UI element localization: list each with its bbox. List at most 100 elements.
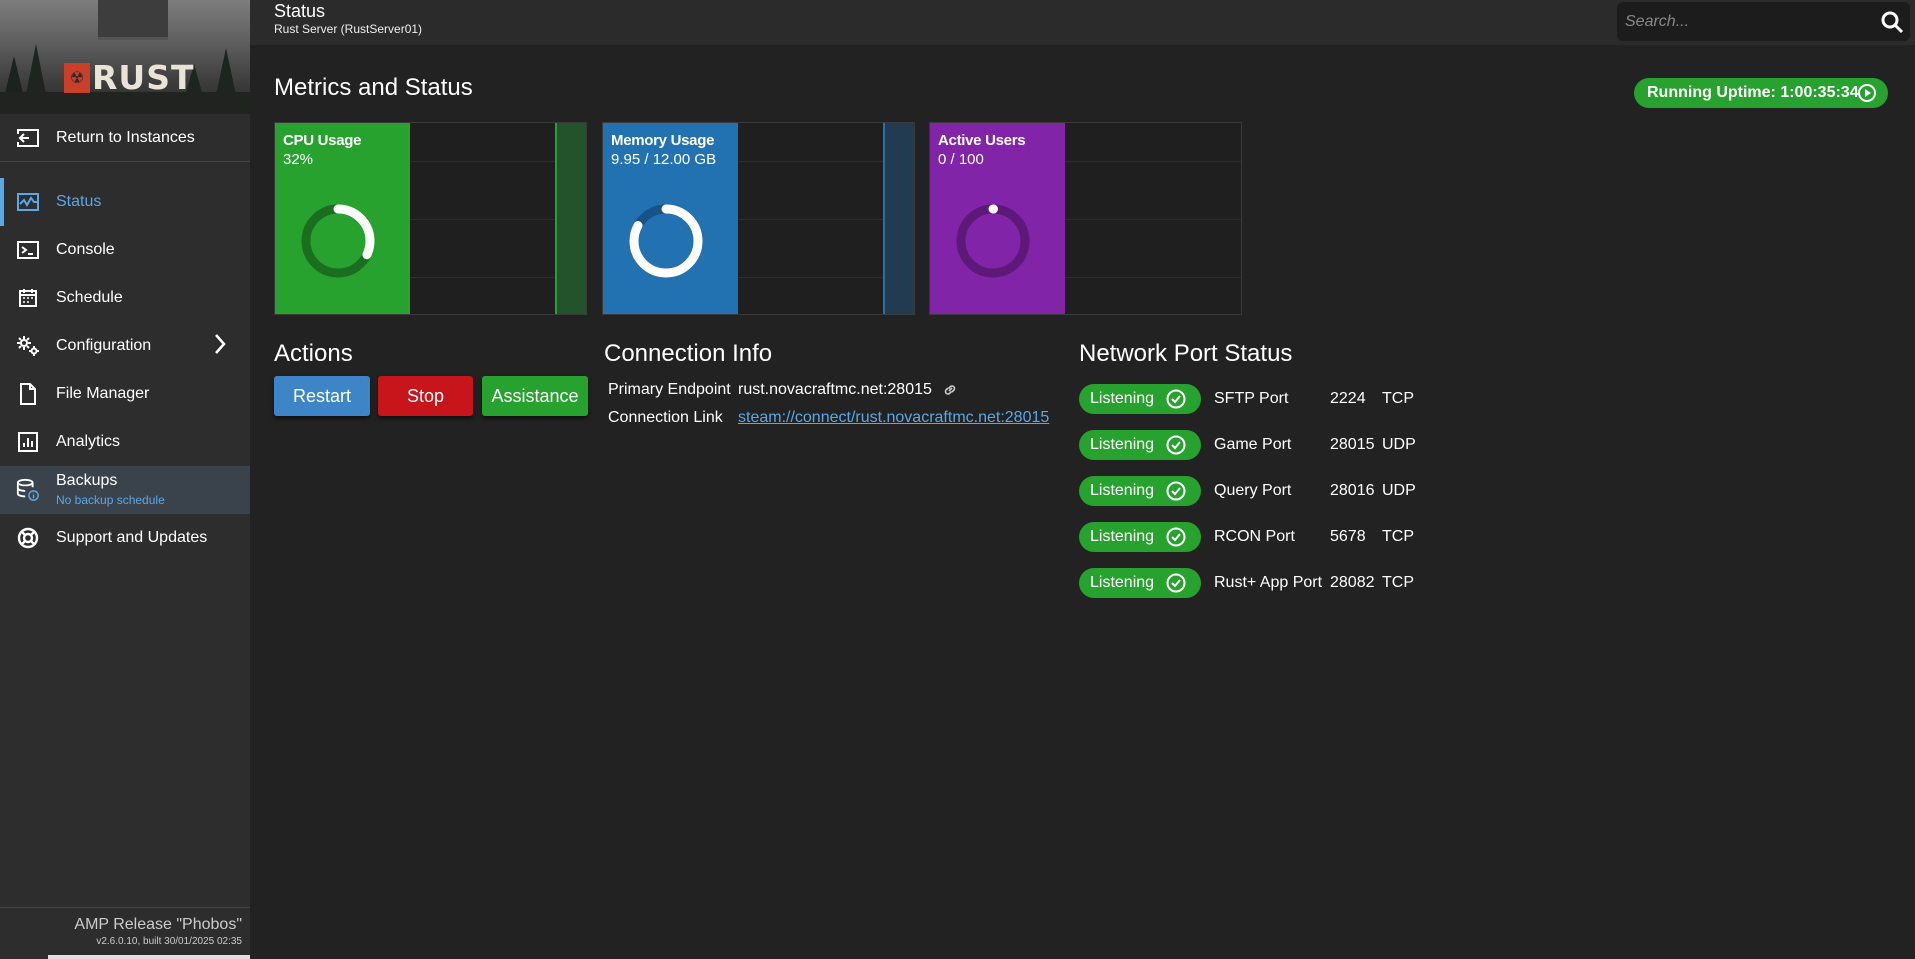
game-banner: ☢ RUST	[0, 0, 250, 114]
sidebar-item-schedule[interactable]: Schedule	[0, 274, 250, 322]
actions-title: Actions	[274, 340, 353, 367]
users-value: 0 / 100	[938, 151, 984, 168]
check-circle-icon	[1166, 435, 1186, 455]
connection-link[interactable]: steam://connect/rust.novacraftmc.net:280…	[738, 409, 1049, 427]
sidebar-item-backups[interactable]: Backups No backup schedule	[0, 466, 250, 514]
check-circle-icon	[1166, 527, 1186, 547]
port-protocol: TCP	[1382, 390, 1414, 407]
port-protocol: UDP	[1382, 482, 1416, 499]
check-circle-icon	[1166, 481, 1186, 501]
backup-status-text: No backup schedule	[56, 493, 165, 507]
port-status-text: Listening	[1090, 574, 1155, 591]
analytics-icon	[16, 430, 40, 454]
sidebar: ☢ RUST Return to Instances Status Consol…	[0, 0, 250, 959]
memory-panel: Memory Usage 9.95 / 12.00 GB	[603, 123, 738, 314]
assistance-button[interactable]: Assistance	[482, 376, 588, 416]
users-gauge	[956, 204, 1030, 278]
users-history-graph	[1065, 123, 1241, 314]
cpu-title: CPU Usage	[283, 132, 362, 149]
memory-title: Memory Usage	[611, 132, 715, 149]
rust-logo: ☢ RUST	[64, 58, 194, 97]
status-chart-icon	[16, 190, 40, 214]
connection-info-title: Connection Info	[604, 340, 773, 367]
port-number: 5678	[1330, 528, 1366, 545]
calendar-icon	[16, 286, 40, 310]
listening-status-badge: Listening	[1079, 568, 1201, 598]
listening-status-badge: Listening	[1079, 384, 1201, 414]
copy-link-icon[interactable]	[942, 382, 958, 398]
port-protocol: TCP	[1382, 528, 1414, 545]
port-number: 28016	[1330, 482, 1375, 499]
search-box[interactable]	[1617, 2, 1910, 41]
console-icon	[16, 238, 40, 262]
primary-endpoint-label: Primary Endpoint	[608, 381, 731, 398]
cpu-value: 32%	[283, 151, 314, 168]
port-name: Game Port	[1214, 436, 1292, 453]
check-circle-icon	[1166, 573, 1186, 593]
users-title: Active Users	[938, 132, 1026, 149]
port-name: RCON Port	[1214, 528, 1295, 545]
memory-gauge	[629, 204, 703, 278]
stop-button[interactable]: Stop	[378, 376, 473, 416]
port-status-text: Listening	[1090, 482, 1155, 499]
cpu-panel: CPU Usage 32%	[275, 123, 410, 314]
port-status-text: Listening	[1090, 390, 1155, 407]
sidebar-item-analytics[interactable]: Analytics	[0, 418, 250, 466]
release-name: AMP Release "Phobos"	[74, 916, 242, 933]
network-port-status-title: Network Port Status	[1079, 340, 1293, 367]
top-header: Status Rust Server (RustServer01)	[250, 0, 1915, 45]
cpu-history-graph	[410, 123, 586, 314]
port-row: Listening Rust+ App Port 28082 TCP	[1079, 568, 1419, 598]
listening-status-badge: Listening	[1079, 430, 1201, 460]
sidebar-item-console[interactable]: Console	[0, 226, 250, 274]
listening-status-badge: Listening	[1079, 522, 1201, 552]
uptime-badge[interactable]: Running Uptime: 1:00:35:34	[1634, 78, 1888, 108]
rust-logo-icon: ☢	[64, 62, 90, 93]
search-icon[interactable]	[1880, 10, 1904, 34]
sidebar-item-label: Configuration	[56, 337, 152, 354]
port-name: SFTP Port	[1214, 390, 1289, 407]
check-circle-icon	[1166, 389, 1186, 409]
sidebar-item-label: Backups	[56, 472, 118, 489]
sidebar-item-configuration[interactable]: Configuration	[0, 322, 250, 370]
page-title: Status	[274, 1, 326, 21]
file-icon	[16, 382, 40, 406]
return-icon	[16, 126, 40, 150]
port-row: Listening Query Port 28016 UDP	[1079, 476, 1419, 506]
sidebar-item-label: File Manager	[56, 385, 150, 402]
return-to-instances-button[interactable]: Return to Instances	[0, 114, 250, 161]
connection-link-label: Connection Link	[608, 409, 723, 426]
users-panel: Active Users 0 / 100	[930, 123, 1065, 314]
sidebar-item-status[interactable]: Status	[0, 178, 250, 226]
port-number: 2224	[1330, 390, 1366, 407]
port-name: Rust+ App Port	[1214, 574, 1323, 591]
port-row: Listening RCON Port 5678 TCP	[1079, 522, 1419, 552]
database-icon	[16, 478, 40, 502]
sidebar-item-label: Analytics	[56, 433, 121, 450]
active-users-card: Active Users 0 / 100	[929, 122, 1242, 315]
metrics-title: Metrics and Status	[274, 74, 473, 101]
primary-endpoint-value: rust.novacraftmc.net:28015	[738, 381, 932, 398]
sidebar-footer-divider	[0, 907, 250, 908]
port-row: Listening Game Port 28015 UDP	[1079, 430, 1419, 460]
port-row: Listening SFTP Port 2224 TCP	[1079, 384, 1419, 414]
sidebar-item-label: Schedule	[56, 289, 123, 306]
sidebar-item-label: Support and Updates	[56, 529, 208, 546]
listening-status-badge: Listening	[1079, 476, 1201, 506]
gears-icon	[16, 334, 40, 358]
lifebuoy-icon	[16, 526, 40, 550]
search-input[interactable]	[1625, 2, 1865, 41]
play-circle-icon	[1858, 84, 1876, 102]
restart-button[interactable]: Restart	[274, 376, 370, 416]
return-label: Return to Instances	[56, 128, 195, 146]
sidebar-item-file-manager[interactable]: File Manager	[0, 370, 250, 418]
sidebar-item-support[interactable]: Support and Updates	[0, 514, 250, 562]
sidebar-divider	[0, 161, 250, 162]
port-protocol: UDP	[1382, 436, 1416, 453]
port-name: Query Port	[1214, 482, 1292, 499]
memory-history-graph	[738, 123, 914, 314]
build-info: v2.6.0.10, built 30/01/2025 02:35	[96, 936, 242, 947]
banner-tower-graphic	[98, 0, 168, 40]
memory-value: 9.95 / 12.00 GB	[611, 151, 717, 168]
cpu-gauge	[301, 204, 375, 278]
